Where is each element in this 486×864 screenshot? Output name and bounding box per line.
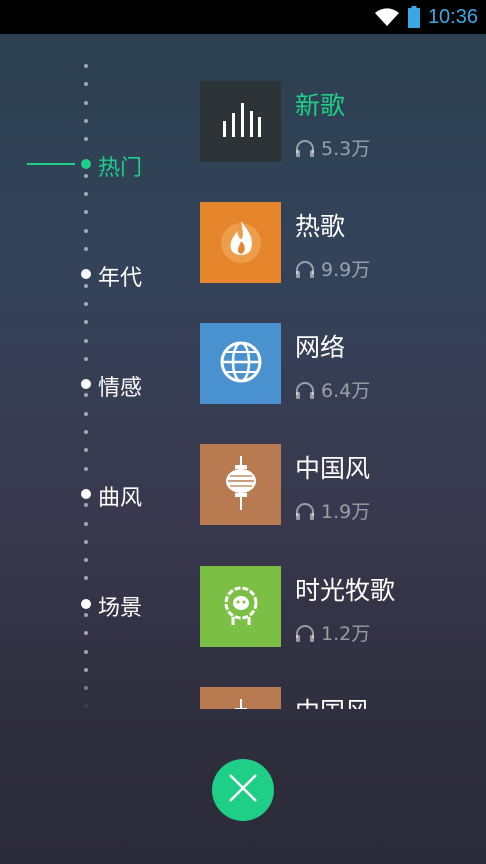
play-count-value: 6.4万 [321,380,371,402]
timeline-dot [84,210,88,214]
headphones-icon [295,139,315,157]
status-bar: 10:36 [0,0,486,34]
play-count: 1.9万 [295,497,370,524]
timeline-node-hot [81,159,91,169]
playlist-cover [200,687,281,709]
timeline-dot [84,430,88,434]
timeline-dot [84,229,88,233]
timeline-dot [84,192,88,196]
headphones-icon [295,381,315,399]
timeline-node-genre [81,489,91,499]
list-item[interactable]: 中国风 [200,687,486,709]
timeline-dot [84,412,88,416]
play-count-value: 9.9万 [321,259,371,281]
timeline-dot [84,393,88,397]
timeline-dot [84,503,88,507]
playlist-cover [200,81,281,162]
sheep-icon [219,583,263,631]
category-timeline: 热门 年代 情感 曲风 场景 [0,34,180,714]
timeline-dot [84,576,88,580]
globe-icon [219,340,263,388]
timeline-label-emotion[interactable]: 情感 [98,370,142,402]
list-item[interactable]: 时光牧歌 1.2万 [200,566,486,648]
list-item[interactable]: 新歌 5.3万 [200,81,486,163]
playlist-title: 中国风 [295,692,370,709]
playlist-list: 新歌 5.3万 热歌 9.9万 网络 6.4万 中国风 1.9万 时光牧歌 1.… [200,34,486,709]
battery-icon [407,6,420,28]
timeline-dot [84,704,88,708]
timeline-node-scene [81,599,91,609]
close-button[interactable] [212,759,274,821]
list-item[interactable]: 热歌 9.9万 [200,202,486,284]
timeline-dot [84,320,88,324]
timeline-dot [84,101,88,105]
close-icon [227,772,259,808]
play-count-value: 1.2万 [321,623,371,645]
playlist-title: 中国风 [295,454,371,483]
playlist-title: 热歌 [295,212,346,241]
headphones-icon [295,502,315,520]
timeline-dot [84,631,88,635]
timeline-dot [84,357,88,361]
playlist-cover [200,202,281,283]
playlist-cover [200,566,281,647]
playlist-title: 新歌 [295,91,346,120]
headphones-icon [295,260,315,278]
play-count: 9.9万 [295,255,370,282]
flame-icon [220,217,262,269]
list-item[interactable]: 网络 6.4万 [200,323,486,405]
playlist-cover [200,444,281,525]
equalizer-bars-icon [221,102,261,141]
list-item[interactable]: 中国风 1.9万 [200,444,486,526]
play-count: 1.2万 [295,619,370,646]
play-count: 5.3万 [295,134,370,161]
timeline-dot [84,686,88,690]
timeline-dot [84,558,88,562]
playlist-cover [200,323,281,404]
timeline-label-genre[interactable]: 曲风 [98,480,142,512]
playlist-title: 网络 [295,333,346,362]
timeline-dot [84,540,88,544]
timeline-label-scene[interactable]: 场景 [98,590,142,622]
timeline-dot [84,522,88,526]
timeline-label-hot[interactable]: 热门 [98,150,142,182]
timeline-dot [84,650,88,654]
timeline-dot [84,82,88,86]
playlist-title: 时光牧歌 [295,576,396,605]
timeline-dot [84,668,88,672]
timeline-label-era[interactable]: 年代 [98,260,142,292]
timeline-dot [84,339,88,343]
play-count: 6.4万 [295,376,370,403]
timeline-node-era [81,269,91,279]
timeline-dot [84,119,88,123]
timeline-dot [84,284,88,288]
lantern-icon [224,455,258,514]
timeline-dot [84,64,88,68]
play-count-value: 1.9万 [321,501,371,523]
timeline-dot [84,613,88,617]
timeline-node-emotion [81,379,91,389]
timeline-dot [84,137,88,141]
timeline-dot [84,247,88,251]
play-count-value: 5.3万 [321,138,371,160]
timeline-dot [84,174,88,178]
wifi-icon [374,7,400,27]
timeline-active-indicator [27,163,75,165]
lantern-icon [224,698,258,709]
timeline-dot [84,467,88,471]
timeline-dot [84,302,88,306]
status-time: 10:36 [427,5,478,28]
headphones-icon [295,624,315,642]
timeline-dot [84,448,88,452]
